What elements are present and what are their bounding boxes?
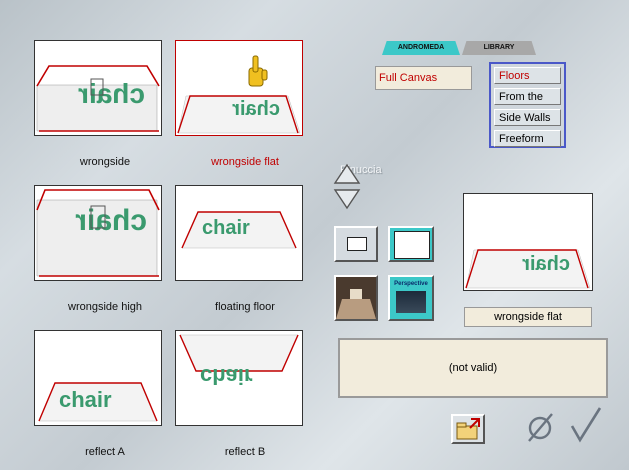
room-view-button[interactable] xyxy=(334,275,378,321)
floor-graphic: chair xyxy=(177,95,301,134)
room-icon xyxy=(336,277,376,319)
svg-text:chair: chair xyxy=(59,387,112,412)
svg-text:chair: chair xyxy=(78,78,145,109)
preset-thumb-reflect-b[interactable]: chair xyxy=(175,330,303,426)
svg-text:chair: chair xyxy=(232,98,280,120)
small-rect-button[interactable] xyxy=(334,226,378,262)
preview-label: wrongside flat xyxy=(464,307,592,327)
floor-graphic: chair xyxy=(38,382,158,422)
list-item-side-walls[interactable]: Side Walls xyxy=(494,109,561,126)
tab-library[interactable]: LIBRARY xyxy=(462,41,536,55)
list-item-freeform[interactable]: Freeform xyxy=(494,130,561,147)
floor-graphic: chair xyxy=(36,65,160,132)
perspective-label: Perspective xyxy=(394,281,428,287)
preset-caption: wrongside xyxy=(79,156,131,168)
ok-checkmark-icon[interactable] xyxy=(568,406,602,444)
preset-caption: floating floor xyxy=(215,301,275,313)
preset-thumb-wrongside-high[interactable]: chair xyxy=(34,185,162,281)
tab-andromeda[interactable]: ANDROMEDA xyxy=(382,41,460,55)
rect-icon xyxy=(347,237,367,251)
preset-thumb-floating-floor[interactable]: chair xyxy=(175,185,303,281)
preset-thumb-wrongside[interactable]: chair xyxy=(34,40,162,136)
preset-caption: reflect A xyxy=(85,446,125,458)
floor-graphic: chair xyxy=(465,249,591,289)
svg-text:chair: chair xyxy=(200,364,253,389)
arrow-down-icon[interactable] xyxy=(333,188,361,210)
cancel-icon[interactable] xyxy=(526,410,556,444)
preview-image: chair xyxy=(463,193,593,291)
list-item-from-the-top[interactable]: From the Top xyxy=(494,88,561,120)
perspective-image xyxy=(396,291,426,313)
preset-caption: wrongside high xyxy=(68,301,142,313)
preset-caption-selected: wrongside flat xyxy=(211,156,279,168)
floor-graphic: chair xyxy=(179,334,299,389)
svg-text:chair: chair xyxy=(202,217,250,239)
arrow-up-icon[interactable] xyxy=(333,163,361,185)
preset-caption: reflect B xyxy=(224,446,266,458)
category-list: Floors From the Top Side Walls Freeform xyxy=(489,62,566,148)
open-folder-button[interactable] xyxy=(451,414,485,444)
rect-icon xyxy=(394,231,430,259)
preset-thumb-wrongside-flat[interactable]: chair xyxy=(175,40,303,136)
svg-text:chair: chair xyxy=(75,204,147,237)
perspective-button[interactable]: Perspective xyxy=(388,275,434,321)
hand-pointer-icon xyxy=(248,55,268,87)
svg-text:chair: chair xyxy=(522,253,570,275)
floor-graphic: chair xyxy=(181,211,297,249)
list-item-floors[interactable]: Floors xyxy=(494,67,561,84)
folder-icon xyxy=(456,418,480,440)
status-panel: (not valid) xyxy=(338,338,608,398)
mode-label: Full Canvas xyxy=(375,66,472,90)
preset-thumb-reflect-a[interactable]: chair xyxy=(34,330,162,426)
floor-graphic: chair xyxy=(36,189,160,277)
large-rect-button[interactable] xyxy=(388,226,434,262)
